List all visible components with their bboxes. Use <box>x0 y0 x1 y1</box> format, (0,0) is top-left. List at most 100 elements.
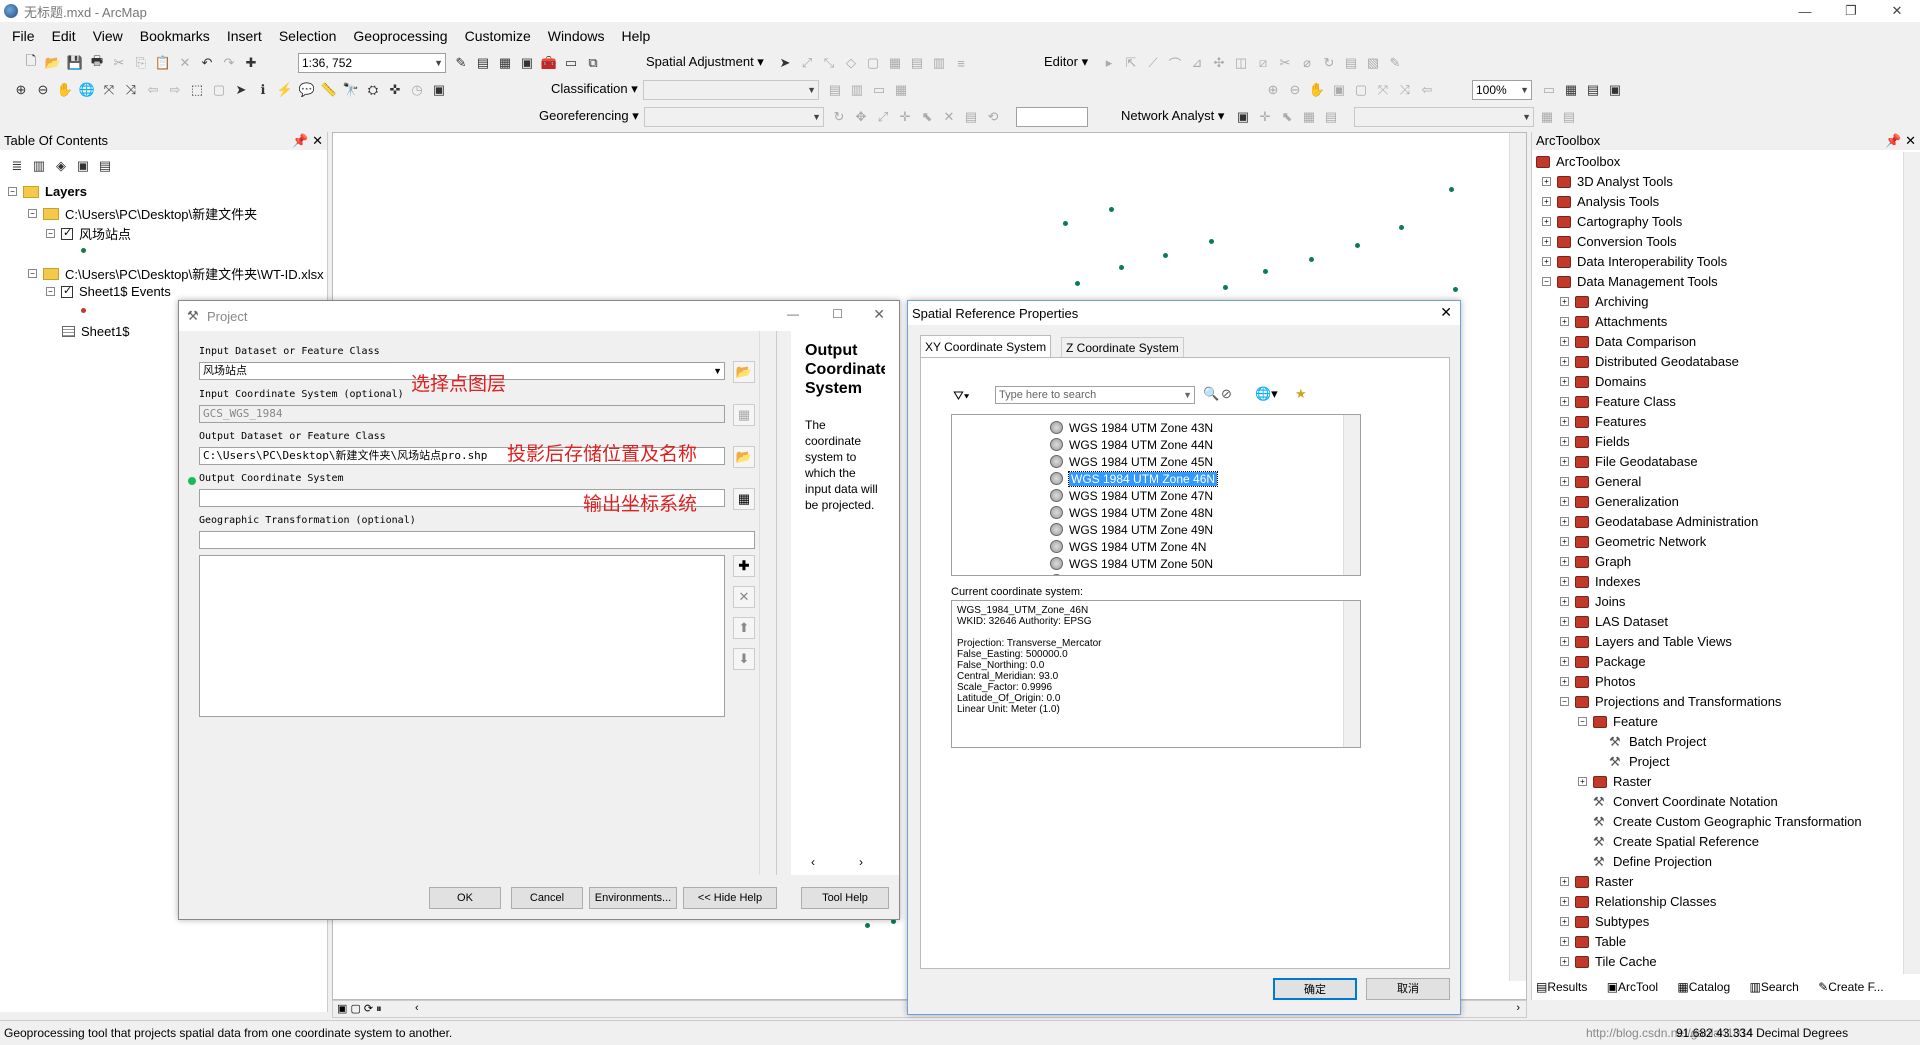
toolbox-item[interactable]: − Projections and Transformations <box>1560 694 1781 709</box>
expand-icon[interactable]: + <box>1542 197 1551 206</box>
reshape-icon[interactable]: ⧄ <box>1254 54 1272 72</box>
toolbox-scrollbar[interactable] <box>1903 152 1920 974</box>
classification-menu[interactable]: Classification ▾ <box>551 81 638 97</box>
tool-help-button[interactable]: Tool Help <box>801 887 889 909</box>
solve-icon[interactable]: ▦ <box>1300 108 1318 126</box>
layer-visibility-checkbox[interactable] <box>61 226 73 240</box>
menu-customize[interactable]: Customize <box>465 28 531 44</box>
expand-icon[interactable]: + <box>1560 457 1569 466</box>
move-up-icon[interactable]: ⬆ <box>733 617 755 639</box>
menu-insert[interactable]: Insert <box>227 28 262 44</box>
view-link-table-icon[interactable]: ▤ <box>908 54 926 72</box>
toc-layer-sheet-events[interactable]: − Sheet1$ Events <box>46 284 171 299</box>
python-window-icon[interactable]: ▭ <box>562 54 580 72</box>
multi-link-icon[interactable]: ◇ <box>842 54 860 72</box>
toolbox-item[interactable]: + Raster <box>1578 774 1651 789</box>
toc-folder-2[interactable]: − C:\Users\PC\Desktop\新建文件夹\WT-ID.xlsx <box>28 264 324 283</box>
remove-icon[interactable]: ✕ <box>733 586 755 608</box>
create-viewer-icon[interactable]: ▣ <box>430 81 448 99</box>
toolbox-item[interactable]: + Cartography Tools <box>1542 214 1682 229</box>
menu-help[interactable]: Help <box>622 28 651 44</box>
expand-icon[interactable]: + <box>1560 897 1569 906</box>
add-icon[interactable]: ✚ <box>733 555 755 577</box>
arctoolbox-icon[interactable]: 🧰 <box>540 54 558 72</box>
cs-details-scrollbar[interactable] <box>1343 601 1360 747</box>
layer-visibility-checkbox[interactable] <box>61 284 73 298</box>
catalog-window-icon[interactable]: ▦ <box>496 54 514 72</box>
expand-icon[interactable]: + <box>1560 297 1569 306</box>
menu-geoprocessing[interactable]: Geoprocessing <box>353 28 447 44</box>
toc-layers[interactable]: − Layers <box>8 184 87 199</box>
new-displacement-link-icon[interactable]: ⤢ <box>798 54 816 72</box>
tab-results[interactable]: ▤ Results <box>1536 980 1595 994</box>
georeferencing-menu[interactable]: Georeferencing ▾ <box>539 108 639 124</box>
collapse-icon[interactable]: − <box>1542 277 1551 286</box>
close-icon[interactable]: ✕ <box>873 306 885 323</box>
menu-edit[interactable]: Edit <box>52 28 76 44</box>
select-move-network-icon[interactable]: ⬉ <box>1278 108 1296 126</box>
toolbox-tool-item[interactable]: ⚒ Batch Project <box>1594 734 1706 749</box>
expand-icon[interactable]: + <box>1560 417 1569 426</box>
endpoint-arc-icon[interactable]: ⌒ <box>1166 54 1184 72</box>
expand-icon[interactable]: + <box>1560 937 1569 946</box>
close-icon[interactable]: ✕ <box>1440 304 1452 321</box>
cs-list-item[interactable]: WGS 1984 UTM Zone 45N <box>1048 453 1213 470</box>
expand-icon[interactable]: + <box>1560 357 1569 366</box>
fixed-zoom-in-icon[interactable]: ⤧ <box>100 81 118 99</box>
add-data-icon[interactable]: ✚ <box>242 54 260 72</box>
redo-icon[interactable]: ↷ <box>220 54 238 72</box>
add-control-points-icon[interactable]: ✛ <box>896 108 914 126</box>
go-back-extent-icon[interactable]: ⇦ <box>1418 81 1436 99</box>
sketch-properties-icon[interactable]: ▧ <box>1364 54 1382 72</box>
toolbox-item[interactable]: + Joins <box>1560 594 1625 609</box>
identify-icon[interactable]: ℹ <box>254 81 272 99</box>
toc-table-sheet[interactable]: Sheet1$ <box>62 324 129 339</box>
minimize-icon[interactable]: — <box>787 307 799 321</box>
change-layout-icon[interactable]: ▤ <box>1584 81 1602 99</box>
expand-icon[interactable]: + <box>1560 617 1569 626</box>
scale-icon[interactable]: ⤢ <box>874 108 892 126</box>
collapse-icon[interactable]: − <box>28 269 37 278</box>
expand-icon[interactable]: + <box>1560 877 1569 886</box>
menu-view[interactable]: View <box>93 28 123 44</box>
list-by-source-icon[interactable]: ▥ <box>30 157 48 175</box>
rotate-90-icon[interactable]: ⟲ <box>984 108 1002 126</box>
close-icon[interactable]: ✕ <box>1874 0 1920 22</box>
fixed-zoom-out-icon[interactable]: ⤨ <box>122 81 140 99</box>
cs-list-item[interactable]: WGS 1984 UTM Zone 47N <box>1048 487 1213 504</box>
toolbox-pin-close-icons[interactable]: 📌 ✕ <box>1885 132 1916 150</box>
browse-output-folder-icon[interactable]: 📂 <box>733 446 755 468</box>
expand-icon[interactable]: + <box>1560 577 1569 586</box>
expand-icon[interactable]: + <box>1560 657 1569 666</box>
browse-folder-icon[interactable]: 📂 <box>733 361 755 383</box>
tab-catalog[interactable]: ▦ Catalog <box>1677 980 1738 994</box>
classification-layer-combo[interactable]: ▼ <box>643 80 819 100</box>
expand-icon[interactable]: + <box>1542 217 1551 226</box>
input-cs-field[interactable]: GCS_WGS_1984 <box>199 405 725 423</box>
select-features-icon[interactable]: ⬚ <box>188 81 206 99</box>
save-icon[interactable]: 💾 <box>66 54 84 72</box>
expand-icon[interactable]: + <box>1542 237 1551 246</box>
expand-icon[interactable]: + <box>1542 177 1551 186</box>
expand-icon[interactable]: + <box>1560 517 1569 526</box>
cs-list-item[interactable]: WGS 1984 UTM Zone 43N <box>1048 419 1213 436</box>
select-link-icon[interactable]: ⬉ <box>918 108 936 126</box>
geo-transform-list[interactable] <box>199 555 725 717</box>
find-route-icon[interactable]: ⛭ <box>364 81 382 99</box>
toolbox-item[interactable]: +3D Analyst Tools <box>1542 174 1673 189</box>
cs-list-item[interactable]: WGS 1984 UTM Zone 49N <box>1048 521 1213 538</box>
toolbox-item[interactable]: + Data Interoperability Tools <box>1542 254 1727 269</box>
split-icon[interactable]: ⌀ <box>1298 54 1316 72</box>
class-icon-3[interactable]: ▭ <box>870 81 888 99</box>
toolbox-item[interactable]: + Generalization <box>1560 494 1679 509</box>
build-network-icon[interactable]: ▦ <box>1538 108 1556 126</box>
toolbox-item[interactable]: + Analysis Tools <box>1542 194 1659 209</box>
zoom-whole-page-icon[interactable]: ▣ <box>1330 81 1348 99</box>
expand-icon[interactable]: + <box>1560 477 1569 486</box>
modify-link-icon[interactable]: ⤡ <box>820 54 838 72</box>
network-analyst-window-icon[interactable]: ▣ <box>1234 108 1252 126</box>
cs-tree-list[interactable]: WGS 1984 UTM Zone 43N WGS 1984 UTM Zone 4… <box>951 414 1361 576</box>
srp-cancel-button[interactable]: 取消 <box>1366 978 1450 1000</box>
delete-icon[interactable]: ✕ <box>176 54 194 72</box>
clear-selection-icon[interactable]: ▢ <box>210 81 228 99</box>
